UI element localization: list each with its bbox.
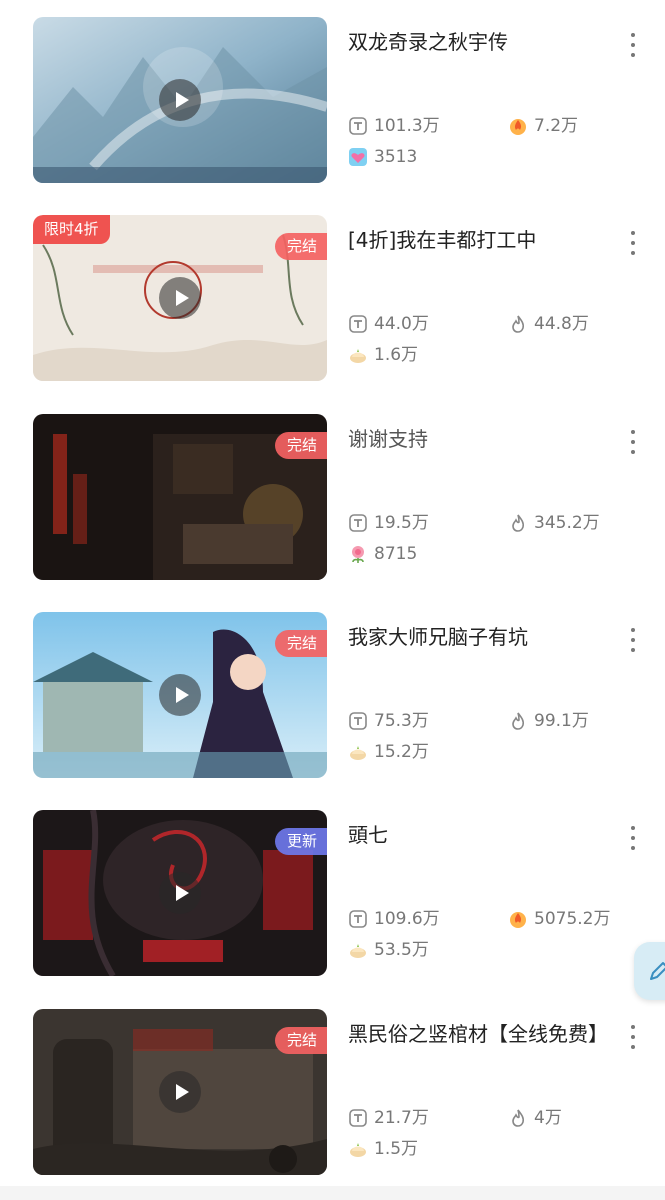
item-title[interactable]: 谢谢支持 [348,426,610,453]
flame-outline-icon [508,513,528,533]
play-icon[interactable] [159,277,201,319]
read-count: 101.3万 [348,115,440,137]
more-vertical-icon[interactable] [622,628,644,652]
heat-count: 44.8万 [508,313,589,335]
more-vertical-icon[interactable] [622,826,644,850]
cover-thumbnail[interactable]: 完结 [33,1009,327,1175]
gift-count: 1.6万 [348,344,418,366]
play-icon[interactable] [159,79,201,121]
item-title[interactable]: 双龙奇录之秋宇传 [348,29,610,56]
item-title[interactable]: 我家大师兄脑子有坑 [348,624,610,651]
bun-gift-icon [348,742,368,762]
cover-thumbnail[interactable]: 限时4折 完结 [33,215,327,381]
pencil-icon [650,962,665,980]
bun-gift-icon [348,940,368,960]
status-badge: 完结 [274,630,327,657]
status-badge: 完结 [274,1027,327,1054]
list-item[interactable]: 完结 谢谢支持 19.5万 345.2万 8715 [0,414,665,580]
heart-gift-icon [348,147,368,167]
list-item[interactable]: 完结 我家大师兄脑子有坑 75.3万 99.1万 15.2万 [0,612,665,778]
status-badge: 完结 [274,432,327,459]
text-t-icon [348,513,368,533]
flame-outline-icon [508,711,528,731]
status-badge: 更新 [274,828,327,855]
play-icon[interactable] [159,872,201,914]
fire-medal-icon [508,909,528,929]
read-count: 75.3万 [348,710,429,732]
text-t-icon [348,1108,368,1128]
bun-gift-icon [348,1139,368,1159]
cover-thumbnail[interactable] [33,17,327,183]
play-icon[interactable] [159,674,201,716]
flame-outline-icon [508,314,528,334]
list-item[interactable]: 双龙奇录之秋宇传 101.3万 7.2万 3513 [0,17,665,183]
text-t-icon [348,314,368,334]
text-t-icon [348,116,368,136]
heat-count: 7.2万 [508,115,578,137]
text-t-icon [348,909,368,929]
heat-count: 99.1万 [508,710,589,732]
fire-medal-icon [508,116,528,136]
flower-gift-icon [348,544,368,564]
read-count: 44.0万 [348,313,429,335]
item-title[interactable]: 黑民俗之竖棺材【全线免费】 [348,1021,610,1048]
script-list: 双龙奇录之秋宇传 101.3万 7.2万 3513 限时4折 完结 [4折]我在… [0,0,665,1200]
bun-gift-icon [348,345,368,365]
list-item[interactable]: 完结 黑民俗之竖棺材【全线免费】 21.7万 4万 1.5万 [0,1009,665,1175]
more-vertical-icon[interactable] [622,430,644,454]
more-vertical-icon[interactable] [622,33,644,57]
gift-count: 15.2万 [348,741,429,763]
read-count: 21.7万 [348,1107,429,1129]
cover-thumbnail[interactable]: 完结 [33,414,327,580]
text-t-icon [348,711,368,731]
heat-count: 345.2万 [508,512,600,534]
cover-thumbnail[interactable]: 完结 [33,612,327,778]
read-count: 109.6万 [348,908,440,930]
gift-count: 53.5万 [348,939,429,961]
gift-count: 8715 [348,543,417,565]
more-vertical-icon[interactable] [622,1025,644,1049]
compose-button[interactable] [634,942,665,1000]
gift-count: 1.5万 [348,1138,418,1160]
list-item[interactable]: 更新 頭七 109.6万 5075.2万 53.5万 [0,810,665,976]
heat-count: 5075.2万 [508,908,610,930]
more-vertical-icon[interactable] [622,231,644,255]
play-icon[interactable] [159,1071,201,1113]
cover-thumbnail[interactable]: 更新 [33,810,327,976]
list-bottom-divider [0,1186,665,1200]
heat-count: 4万 [508,1107,562,1129]
list-item[interactable]: 限时4折 完结 [4折]我在丰都打工中 44.0万 44.8万 1.6万 [0,215,665,381]
item-title[interactable]: 頭七 [348,822,610,849]
read-count: 19.5万 [348,512,429,534]
status-badge: 完结 [274,233,327,260]
item-title[interactable]: [4折]我在丰都打工中 [348,227,610,254]
flame-outline-icon [508,1108,528,1128]
gift-count: 3513 [348,146,417,168]
discount-badge: 限时4折 [33,215,110,244]
